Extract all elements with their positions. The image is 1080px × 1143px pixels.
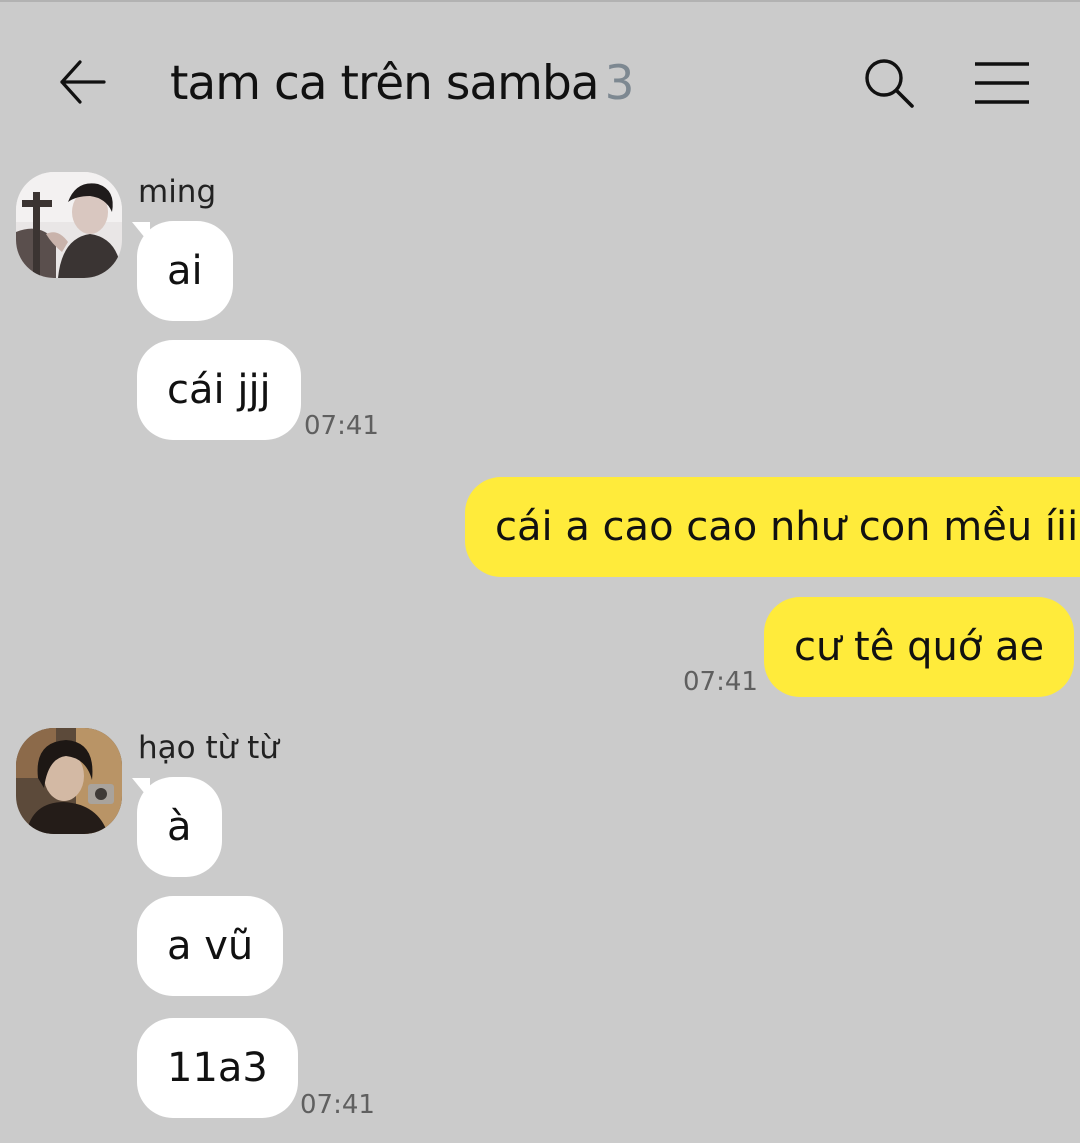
message-bubble[interactable]: ai	[137, 221, 233, 321]
avatar-hao[interactable]	[16, 728, 122, 834]
hamburger-menu-icon	[975, 62, 1029, 104]
message-bubble[interactable]: cái a cao cao như con mều íiii	[465, 477, 1080, 577]
arrow-left-icon	[60, 60, 106, 104]
menu-button[interactable]	[970, 52, 1034, 114]
chat-header: tam ca trên samba 3	[0, 0, 1080, 160]
profile-photo	[16, 172, 122, 278]
message-timestamp: 07:41	[300, 1090, 375, 1120]
sender-name: ming	[138, 174, 217, 210]
message-bubble[interactable]: cái jjj	[137, 340, 301, 440]
message-bubble[interactable]: 11a3	[137, 1018, 298, 1118]
message-timestamp: 07:41	[683, 667, 758, 697]
avatar-ming[interactable]	[16, 172, 122, 278]
search-button[interactable]	[858, 52, 920, 114]
sender-name: hạo từ từ	[138, 730, 279, 766]
chat-title: tam ca trên samba 3	[170, 54, 635, 114]
message-bubble[interactable]: a vũ	[137, 896, 284, 996]
message-bubble[interactable]: à	[137, 777, 222, 877]
message-timestamp: 07:41	[304, 411, 379, 441]
profile-photo	[16, 728, 122, 834]
chat-title-text: tam ca trên samba	[170, 56, 600, 111]
back-button[interactable]	[52, 52, 112, 112]
bubble-tail	[1041, 478, 1059, 500]
search-icon	[865, 59, 914, 108]
message-bubble[interactable]: cư tê quớ ae	[764, 597, 1075, 697]
member-count: 3	[604, 56, 635, 111]
